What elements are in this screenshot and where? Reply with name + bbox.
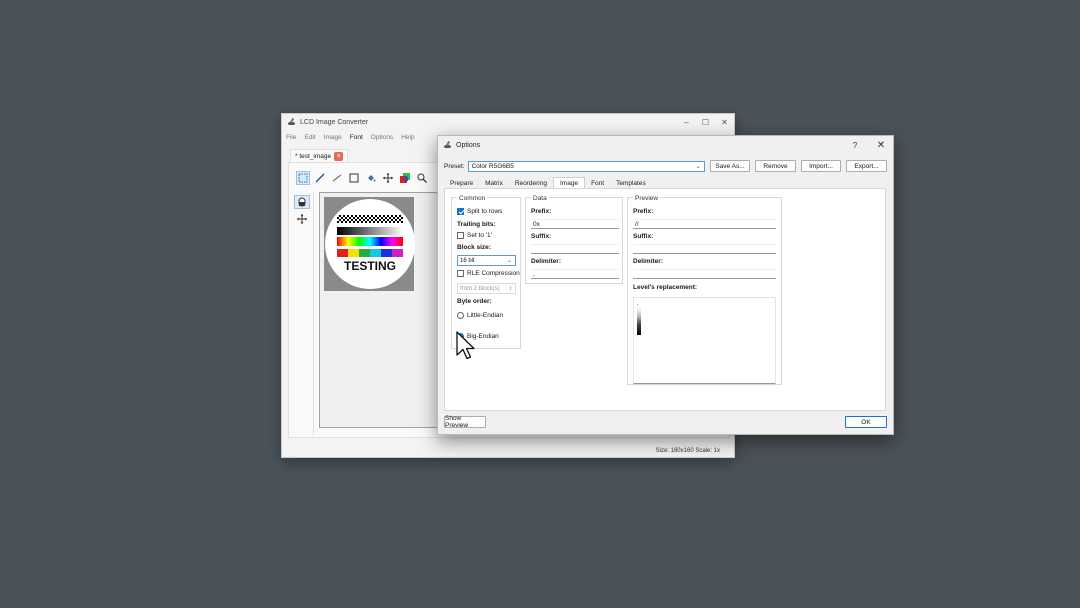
checker-pattern	[337, 215, 403, 223]
image-circle: TESTING	[325, 199, 415, 289]
common-group: Common Split to rows Trailing bits: Set …	[451, 195, 521, 349]
menu-edit[interactable]: Edit	[304, 134, 315, 141]
side-toolbar	[291, 192, 314, 435]
data-prefix-input[interactable]: 0x	[531, 219, 619, 229]
import-button[interactable]: Import...	[801, 160, 841, 172]
canvas-frame[interactable]: TESTING	[319, 192, 438, 428]
menu-help[interactable]: Help	[401, 134, 414, 141]
common-legend: Common	[457, 195, 488, 202]
byte-order-label: Byte order:	[457, 298, 492, 305]
preset-select[interactable]: Color R5G6B5 ⌄	[467, 160, 705, 172]
block-size-value: 16 bit	[460, 257, 475, 264]
preview-prefix-label: Prefix:	[633, 208, 654, 215]
data-suffix-label: Suffix:	[531, 233, 552, 240]
rle-checkbox[interactable]: RLE Compression	[457, 270, 520, 277]
menu-font[interactable]: Font	[350, 134, 363, 141]
minimize-button[interactable]: –	[677, 114, 696, 131]
block-size-select[interactable]: 16 bit ⌄	[457, 255, 516, 266]
preview-group: Preview Prefix: // Suffix: Delimiter: Le…	[627, 195, 782, 385]
data-suffix-input[interactable]	[531, 244, 619, 254]
chevron-down-icon: ⌄	[506, 258, 512, 264]
preview-suffix-label: Suffix:	[633, 233, 654, 240]
rle-from-value: from 2 block(s)	[460, 285, 500, 292]
preview-delimiter-input[interactable]	[633, 269, 776, 279]
little-endian-radio[interactable]: Little-Endian	[457, 312, 503, 319]
levels-first-char: .	[637, 301, 639, 307]
app-icon	[443, 141, 452, 150]
split-rows-label: Split to rows	[467, 208, 503, 215]
preset-row: Preset: Color R5G6B5 ⌄	[444, 160, 705, 172]
checkbox-icon	[457, 232, 464, 239]
checkbox-checked-icon	[457, 208, 464, 215]
test-image[interactable]: TESTING	[324, 197, 415, 291]
testing-text: TESTING	[343, 259, 396, 273]
remove-button[interactable]: Remove	[755, 160, 796, 172]
little-endian-label: Little-Endian	[467, 312, 504, 319]
help-button[interactable]: ?	[848, 141, 862, 150]
preset-value: Color R5G6B5	[471, 162, 514, 170]
show-preview-button[interactable]: Show Preview	[444, 415, 486, 429]
rectangle-icon[interactable]	[347, 171, 361, 185]
preview-legend: Preview	[633, 195, 661, 202]
radio-icon	[457, 312, 464, 319]
set-to-1-label: Set to '1'	[467, 232, 492, 239]
color-picker-icon[interactable]	[398, 171, 412, 185]
doc-tab-label: * test_image	[295, 152, 332, 160]
data-delimiter-input[interactable]: ,	[531, 269, 619, 279]
app-icon	[287, 118, 296, 127]
block-size-label: Block size:	[457, 244, 491, 251]
gray-gradient	[337, 227, 403, 235]
doc-tab[interactable]: * test_image ×	[290, 149, 349, 162]
preview-suffix-input[interactable]	[633, 244, 776, 254]
dialog-title: Options	[456, 141, 481, 149]
levels-gradient	[637, 308, 641, 335]
close-button[interactable]: ✕	[715, 114, 734, 131]
spin-arrows-icon: ↕	[509, 285, 512, 292]
rle-label: RLE Compression	[467, 270, 520, 277]
checkbox-icon	[457, 270, 464, 277]
image-tab-panel: Common Split to rows Trailing bits: Set …	[444, 188, 886, 411]
levels-label: Level's replacement:	[633, 284, 698, 291]
save-as-button[interactable]: Save As...	[710, 160, 750, 172]
status-bar: Size: 160x160 Scale: 1x	[282, 445, 734, 457]
move-icon[interactable]	[381, 171, 395, 185]
chevron-down-icon: ⌄	[695, 163, 701, 170]
rainbow-gradient	[337, 237, 403, 246]
export-button[interactable]: Export...	[846, 160, 887, 172]
split-rows-checkbox[interactable]: Split to rows	[457, 208, 502, 215]
ok-button[interactable]: OK	[845, 416, 887, 428]
options-dialog: Options ? ✕ Preset: Color R5G6B5 ⌄ Save …	[437, 135, 894, 435]
line-icon[interactable]	[330, 171, 344, 185]
preset-label: Preset:	[444, 162, 465, 170]
close-tab-icon[interactable]: ×	[334, 151, 344, 161]
menu-file[interactable]: File	[286, 134, 296, 141]
status-text: Size: 160x160 Scale: 1x	[655, 448, 720, 454]
pan-icon[interactable]	[294, 212, 310, 226]
pen-icon[interactable]	[313, 171, 327, 185]
menu-options[interactable]: Options	[371, 134, 393, 141]
dialog-titlebar: Options ? ✕	[438, 136, 893, 154]
trailing-bits-label: Trailing bits:	[457, 221, 496, 228]
rect-select-icon[interactable]	[296, 171, 310, 185]
preview-delimiter-label: Delimiter:	[633, 258, 663, 265]
preview-prefix-input[interactable]: //	[633, 219, 776, 229]
main-titlebar: LCD Image Converter – ☐ ✕	[282, 114, 734, 131]
set-to-1-checkbox[interactable]: Set to '1'	[457, 232, 492, 239]
mouse-cursor-icon	[456, 331, 475, 360]
main-title: LCD Image Converter	[300, 119, 369, 126]
zoom-icon[interactable]	[415, 171, 429, 185]
data-legend: Data	[531, 195, 549, 202]
data-prefix-label: Prefix:	[531, 208, 552, 215]
menu-image[interactable]: Image	[324, 134, 342, 141]
levels-textarea[interactable]: .	[633, 297, 776, 384]
dialog-close-button[interactable]: ✕	[874, 140, 888, 151]
toolbar	[296, 170, 432, 186]
mouse-icon[interactable]	[294, 195, 310, 209]
color-blocks	[337, 249, 403, 257]
maximize-button[interactable]: ☐	[696, 114, 715, 131]
data-delimiter-label: Delimiter:	[531, 258, 561, 265]
data-group: Data Prefix: 0x Suffix: Delimiter: ,	[525, 195, 623, 284]
rle-from-spinbox: from 2 block(s) ↕	[457, 283, 516, 294]
fill-bucket-icon[interactable]	[364, 171, 378, 185]
